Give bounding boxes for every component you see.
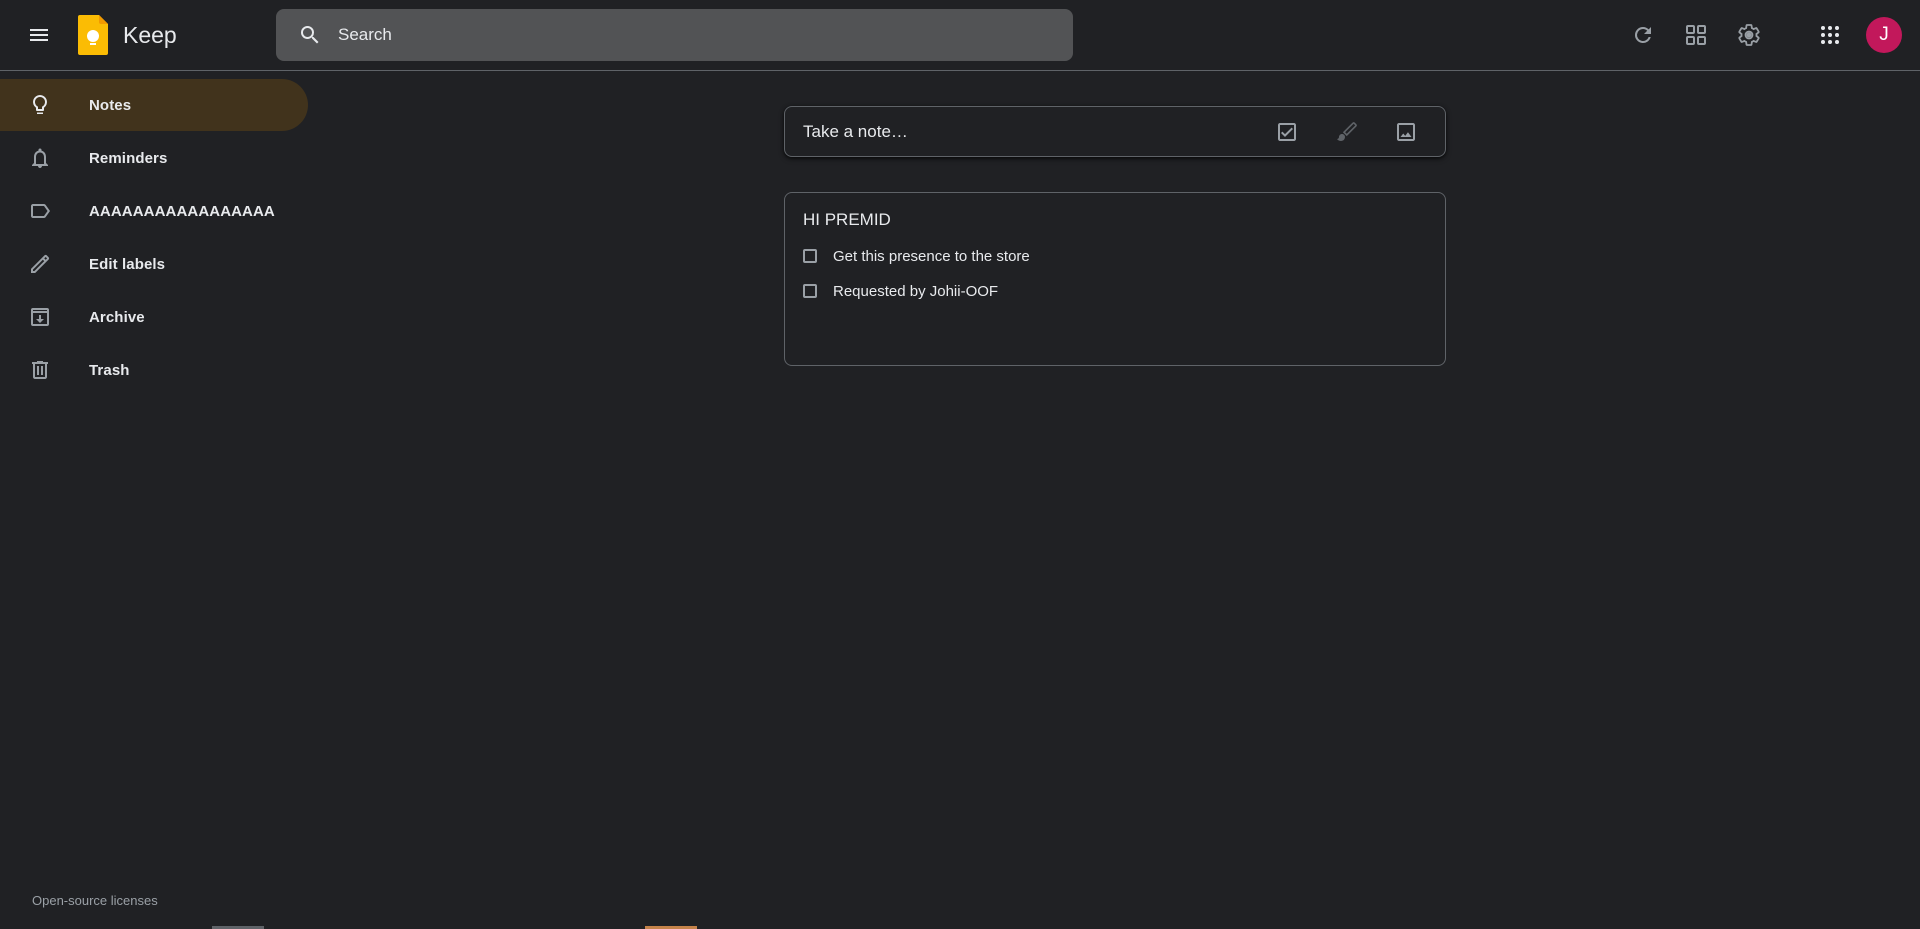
sidebar-item-label: Edit labels — [89, 255, 166, 273]
take-note-placeholder[interactable]: Take a note… — [803, 107, 908, 156]
new-drawing-button[interactable] — [1324, 109, 1370, 155]
hamburger-menu-icon — [30, 29, 48, 41]
keep-lightbulb-logo-icon — [78, 15, 108, 55]
checklist-item: Get this presence to the store — [803, 244, 1030, 268]
list-view-button[interactable] — [1672, 11, 1720, 59]
grid-view-icon — [1686, 25, 1706, 45]
sidebar-item-label: Trash — [89, 361, 130, 379]
sidebar-item-label: Notes — [89, 96, 132, 114]
checklist-item: Requested by Johii-OOF — [803, 279, 998, 303]
app-title[interactable]: Keep — [123, 20, 177, 50]
checklist-item-text: Get this presence to the store — [833, 247, 1030, 265]
sidebar-item-notes[interactable]: Notes — [0, 79, 308, 131]
new-list-button[interactable] — [1264, 109, 1310, 155]
checklist-item-text: Requested by Johii-OOF — [833, 282, 999, 300]
sidebar-item-trash[interactable]: Trash — [0, 344, 308, 396]
sidebar-item-label: Archive — [89, 308, 145, 326]
checkbox[interactable] — [803, 284, 817, 298]
search-button[interactable] — [288, 13, 332, 57]
search-bar — [276, 9, 1073, 61]
sidebar-item-label: Reminders — [89, 149, 168, 167]
sidebar-item-archive[interactable]: Archive — [0, 291, 308, 343]
gear-icon — [1738, 24, 1760, 46]
google-apps-button[interactable] — [1806, 11, 1854, 59]
refresh-icon — [1634, 26, 1651, 43]
checkbox-icon — [1278, 123, 1296, 141]
sidebar-item-label: AAAAAAAAAAAAAAAAA — [89, 202, 275, 220]
archive-icon — [28, 305, 52, 329]
sidebar-item-reminders[interactable]: Reminders — [0, 132, 308, 184]
brush-icon — [1337, 122, 1357, 141]
account-avatar[interactable]: J — [1866, 17, 1902, 53]
top-app-bar: Keep Search J — [0, 0, 1920, 71]
checkbox[interactable] — [803, 249, 817, 263]
refresh-button[interactable] — [1619, 11, 1667, 59]
main-menu-button[interactable] — [15, 11, 63, 59]
label-icon — [28, 199, 52, 223]
trash-icon — [28, 358, 52, 382]
avatar-initial: J — [1879, 24, 1889, 45]
note-card[interactable]: HI PREMID Get this presence to the store… — [784, 192, 1446, 366]
sidebar-item-label-aaaa[interactable]: AAAAAAAAAAAAAAAAA — [0, 185, 308, 237]
new-image-button[interactable] — [1383, 109, 1429, 155]
lightbulb-icon — [28, 93, 52, 117]
take-note-bar[interactable]: Take a note… — [784, 106, 1446, 157]
sidebar: Notes Reminders AAAAAAAAAAAAAAAAA Edit l… — [0, 79, 310, 397]
search-icon — [301, 26, 319, 44]
sidebar-item-edit-labels[interactable]: Edit labels — [0, 238, 308, 290]
pencil-icon — [28, 252, 52, 276]
apps-grid-icon — [1821, 26, 1839, 44]
open-source-licenses-link[interactable]: Open-source licenses — [32, 893, 158, 908]
image-icon — [1397, 123, 1415, 141]
note-title: HI PREMID — [803, 210, 891, 229]
bell-icon — [28, 146, 52, 170]
settings-button[interactable] — [1725, 11, 1773, 59]
search-input[interactable] — [338, 9, 1038, 61]
